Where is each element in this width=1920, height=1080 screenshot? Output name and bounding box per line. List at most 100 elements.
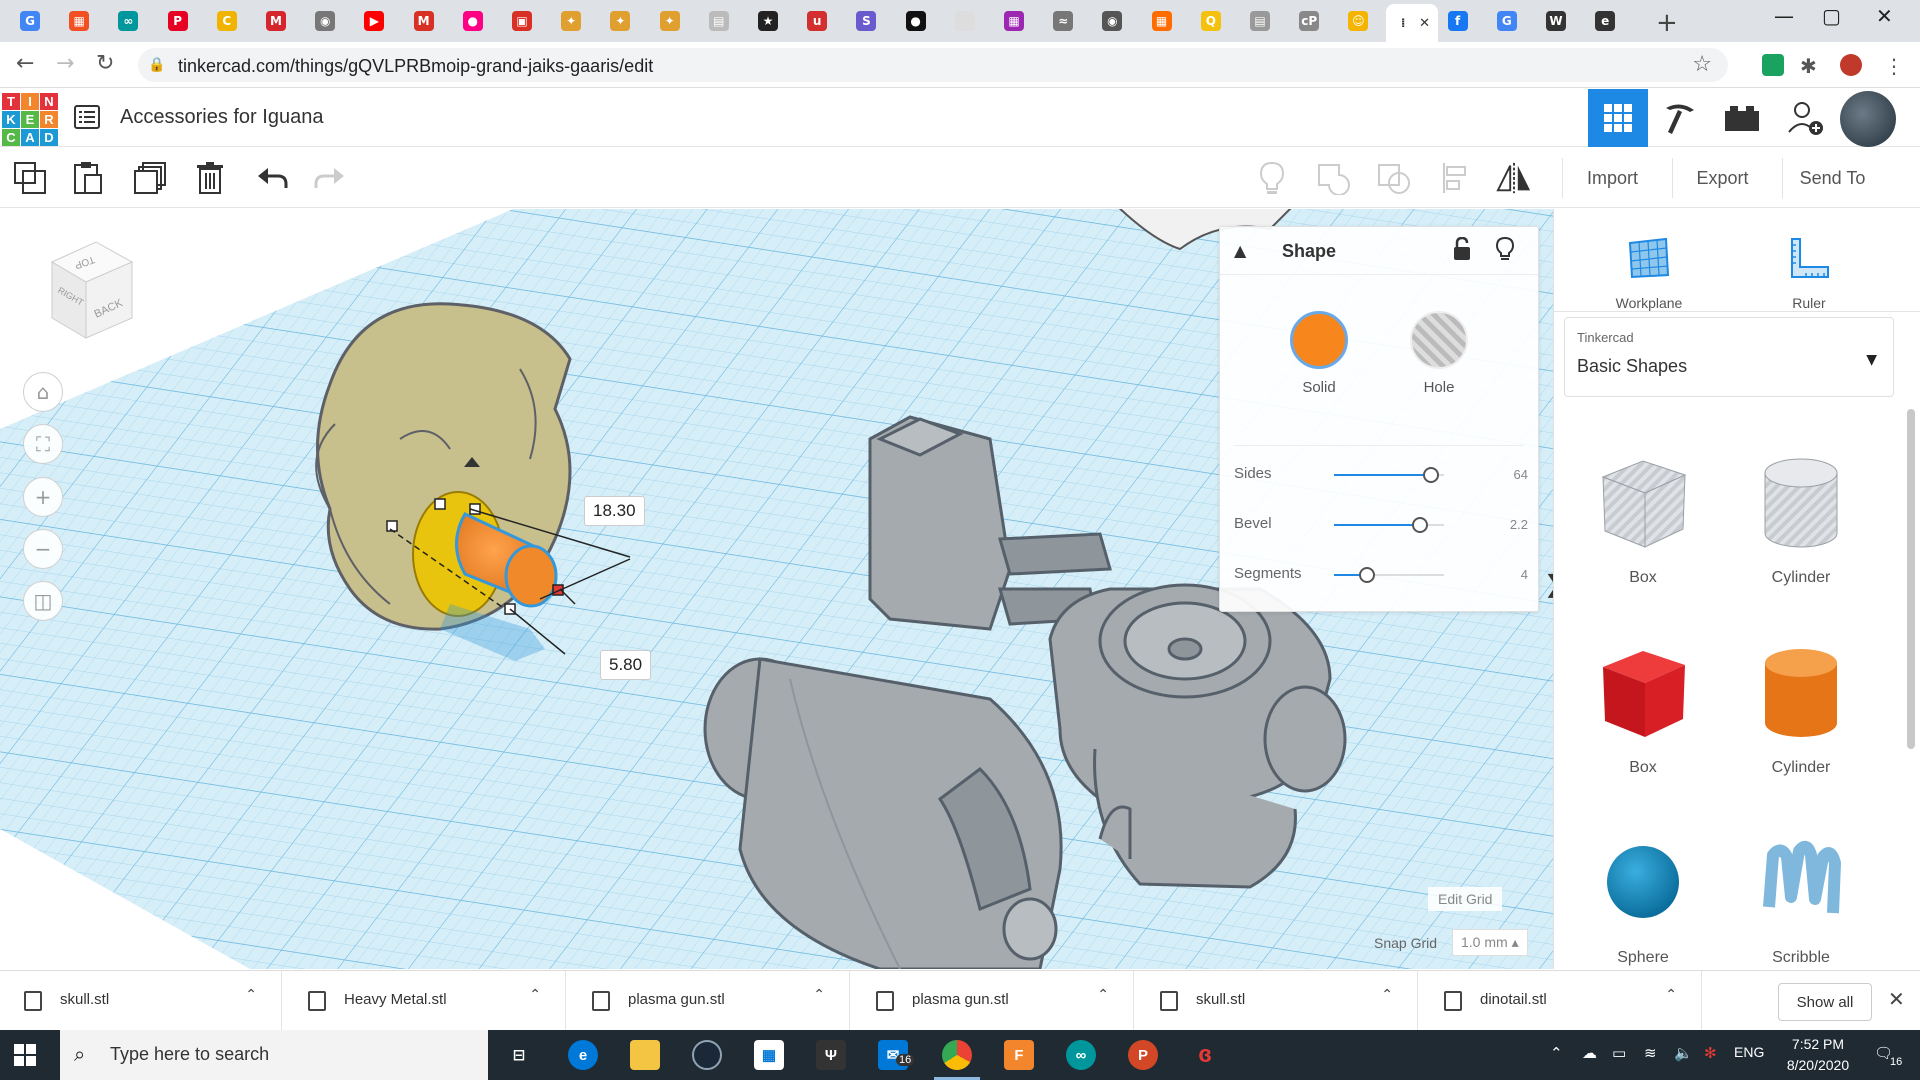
download-item[interactable]: plasma gun.stl ⌃ [568, 971, 850, 1031]
chevron-up-icon[interactable]: ⌃ [813, 987, 825, 1003]
hole-swatch[interactable] [1410, 311, 1468, 369]
shape-tile-cylinder-solid[interactable]: Cylinder [1726, 619, 1876, 799]
import-button[interactable]: Import [1562, 158, 1662, 198]
edge-browser-icon[interactable]: e [568, 1040, 598, 1070]
download-item[interactable]: skull.stl ⌃ [1136, 971, 1418, 1031]
download-item[interactable]: skull.stl ⌃ [0, 971, 282, 1031]
browser-tab[interactable]: W [1534, 6, 1578, 36]
panel-scrollbar[interactable] [1907, 409, 1915, 749]
browser-tab[interactable]: ▦ [57, 6, 101, 36]
wifi-icon[interactable]: ≋ [1644, 1044, 1657, 1062]
bookmark-star-icon[interactable]: ☆ [1692, 52, 1712, 77]
collapse-panel-icon[interactable]: ▲ [1234, 241, 1246, 260]
browser-tab[interactable]: ∞ [106, 6, 150, 36]
browser-tab[interactable]: e [1583, 6, 1627, 36]
zoom-out-icon[interactable]: − [23, 529, 63, 569]
battery-icon[interactable]: ▭ [1612, 1044, 1626, 1062]
task-view-icon[interactable]: ⊟ [504, 1040, 534, 1070]
steam-icon[interactable] [692, 1040, 722, 1070]
browser-tab[interactable]: ▤ [697, 6, 741, 36]
show-all-downloads-button[interactable]: Show all [1778, 983, 1872, 1021]
fusion-icon[interactable]: F [1004, 1040, 1034, 1070]
browser-tab[interactable]: cP [1287, 6, 1331, 36]
browser-menu-icon[interactable]: ⋮ [1884, 54, 1906, 78]
browser-tab[interactable]: G [1485, 6, 1529, 36]
download-item[interactable]: Heavy Metal.stl ⌃ [284, 971, 566, 1031]
browser-tab[interactable]: ✦ [598, 6, 642, 36]
shape-tile-scribble[interactable]: Scribble [1726, 809, 1876, 989]
browser-tab[interactable]: ▦ [992, 6, 1036, 36]
arduino-icon[interactable]: ∞ [1066, 1040, 1096, 1070]
3d-design-view-button[interactable] [1588, 89, 1648, 147]
browser-tab[interactable] [943, 6, 987, 36]
shape-library-dropdown[interactable]: Tinkercad Basic Shapes ▼ [1564, 317, 1894, 397]
powerpoint-icon[interactable]: P [1128, 1040, 1158, 1070]
browser-tab[interactable]: ✦ [549, 6, 593, 36]
chevron-down-icon[interactable]: ▼ [1866, 352, 1877, 368]
browser-tab[interactable]: ☺ [1336, 6, 1380, 36]
close-window-icon[interactable]: ✕ [1876, 4, 1893, 28]
close-tab-icon[interactable]: ✕ [1419, 16, 1430, 31]
design-list-icon[interactable] [74, 105, 100, 129]
chevron-up-icon[interactable]: ⌃ [1665, 987, 1677, 1003]
param-slider[interactable] [1334, 517, 1444, 533]
download-item[interactable]: dinotail.stl ⌃ [1420, 971, 1702, 1031]
tinkercad-logo[interactable]: TIN KER CAD [2, 93, 58, 146]
browser-tab[interactable]: P [156, 6, 200, 36]
codeblocks-pickaxe-button[interactable] [1650, 89, 1710, 147]
chrome-icon[interactable] [934, 1040, 980, 1080]
browser-tab[interactable]: ⁞ ✕ [1385, 4, 1438, 42]
browser-tab[interactable]: ● [894, 6, 938, 36]
home-view-icon[interactable]: ⌂ [23, 372, 63, 412]
browser-tab[interactable]: M [402, 6, 446, 36]
lock-shape-icon[interactable] [1452, 236, 1472, 266]
file-explorer-icon[interactable] [630, 1040, 660, 1070]
param-value[interactable]: 64 [1488, 467, 1528, 482]
shape-tile-cylinder-hole[interactable]: Cylinder [1726, 429, 1876, 609]
design-title[interactable]: Accessories for Iguana [120, 106, 323, 129]
group-icon[interactable] [1316, 160, 1352, 196]
dimension-label-length[interactable]: 18.30 [584, 496, 645, 526]
browser-tab[interactable]: ▦ [1140, 6, 1184, 36]
redo-icon[interactable] [312, 160, 348, 196]
copy-icon[interactable] [12, 160, 48, 196]
browser-tab[interactable]: ▤ [1238, 6, 1282, 36]
extensions-puzzle-icon[interactable]: ✱ [1800, 54, 1822, 78]
browser-tab[interactable]: S [844, 6, 888, 36]
onedrive-icon[interactable]: ☁ [1582, 1044, 1597, 1062]
store-icon[interactable]: ▦ [754, 1040, 784, 1070]
align-icon[interactable] [1438, 160, 1474, 196]
forward-icon[interactable]: → [56, 51, 74, 76]
invite-user-button[interactable] [1776, 89, 1836, 147]
edit-grid-button[interactable]: Edit Grid [1428, 887, 1503, 911]
language-indicator[interactable]: ENG [1734, 1044, 1764, 1060]
param-value[interactable]: 2.2 [1488, 517, 1528, 532]
browser-tab[interactable]: f [1436, 6, 1480, 36]
undo-icon[interactable] [254, 160, 290, 196]
volume-icon[interactable]: 🔈 [1674, 1044, 1693, 1062]
chevron-up-icon[interactable]: ⌃ [1381, 987, 1393, 1003]
param-value[interactable]: 4 [1488, 567, 1528, 582]
omnibox[interactable]: 🔒 tinkercad.com/things/gQVLPRBmoip-grand… [138, 48, 1728, 82]
browser-tab[interactable]: ✦ [648, 6, 692, 36]
browser-tab[interactable]: G [8, 6, 52, 36]
browser-tab[interactable]: ● [451, 6, 495, 36]
snap-grid-select[interactable]: 1.0 mm ▴ [1452, 929, 1528, 956]
param-slider[interactable] [1334, 567, 1444, 583]
avatar[interactable] [1840, 91, 1896, 147]
autodesk-icon[interactable]: ɞ [1190, 1040, 1220, 1070]
hide-shape-lightbulb-icon[interactable] [1495, 236, 1515, 266]
paste-icon[interactable] [70, 160, 106, 196]
predator-sense-icon[interactable]: Ψ [816, 1040, 846, 1070]
browser-tab[interactable]: ▶ [352, 6, 396, 36]
shape-tile-box-solid[interactable]: Box [1568, 619, 1718, 799]
browser-tab[interactable]: Q [1189, 6, 1233, 36]
browser-tab[interactable]: M [254, 6, 298, 36]
slider-knob[interactable] [1422, 467, 1439, 483]
delete-trash-icon[interactable] [192, 160, 228, 196]
chevron-up-icon[interactable]: ⌃ [245, 987, 257, 1003]
mirror-icon[interactable] [1496, 160, 1532, 196]
slider-knob[interactable] [1411, 517, 1428, 533]
checkmark-extension-icon[interactable] [1762, 54, 1784, 76]
workplane-button[interactable]: Workplane [1594, 225, 1704, 311]
